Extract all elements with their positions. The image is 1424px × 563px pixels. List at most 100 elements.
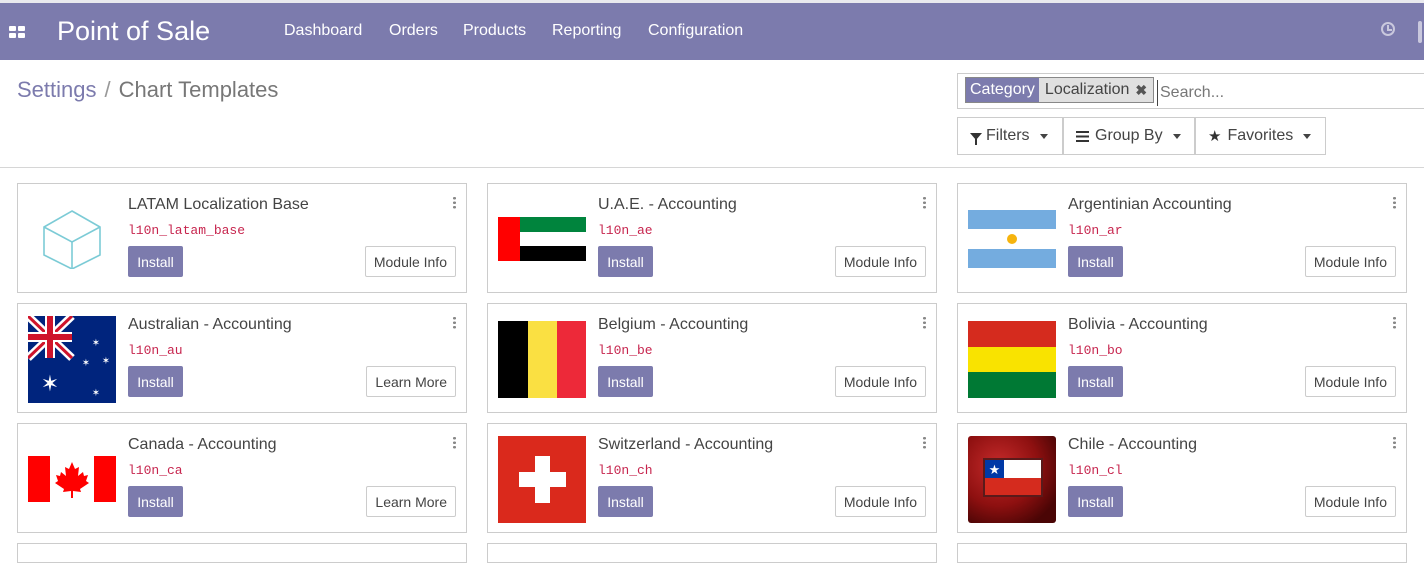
module-card[interactable]: Argentinian Accounting l10n_ar Install M… — [957, 183, 1407, 293]
module-card[interactable]: Canada - Accounting l10n_ca Install Lear… — [17, 423, 467, 533]
module-title: Chile - Accounting — [1068, 436, 1197, 453]
star-icon: ★ — [1208, 128, 1222, 145]
facet-value-wrap: Localization ✖ — [1038, 78, 1154, 102]
module-card[interactable]: ★ Chile - Accounting l10n_cl Install Mod… — [957, 423, 1407, 533]
belgium-flag-icon — [498, 321, 586, 398]
module-technical-name: l10n_latam_base — [128, 223, 246, 238]
search-box: Category Localization ✖ — [957, 73, 1424, 109]
favorites-label: Favorites — [1227, 127, 1294, 144]
card-menu-icon[interactable] — [1393, 316, 1396, 329]
module-card-partial[interactable] — [17, 543, 467, 563]
argentina-flag-icon — [968, 209, 1056, 269]
breadcrumb-settings-link[interactable]: Settings — [17, 77, 97, 102]
module-info-button[interactable]: Module Info — [1304, 366, 1396, 397]
module-info-button[interactable]: Module Info — [1304, 486, 1396, 517]
search-facet: Category Localization ✖ — [965, 77, 1155, 103]
bars-icon — [1076, 130, 1089, 142]
canada-flag-icon — [28, 456, 116, 502]
menu-orders[interactable]: Orders — [389, 22, 438, 40]
svg-text:✶: ✶ — [102, 356, 110, 367]
install-button[interactable]: Install — [128, 486, 183, 517]
svg-text:★: ★ — [989, 463, 1001, 478]
svg-text:✶: ✶ — [92, 338, 100, 349]
module-technical-name: l10n_bo — [1068, 343, 1123, 358]
module-title: LATAM Localization Base — [128, 196, 309, 213]
uae-flag-icon — [498, 209, 586, 269]
menu-reporting[interactable]: Reporting — [552, 22, 621, 40]
card-menu-icon[interactable] — [453, 316, 456, 329]
module-title: Belgium - Accounting — [598, 316, 749, 333]
module-card-partial[interactable] — [957, 543, 1407, 563]
module-title: Australian - Accounting — [128, 316, 292, 333]
install-button[interactable]: Install — [1068, 366, 1123, 397]
install-button[interactable]: Install — [1068, 246, 1123, 277]
facet-remove-icon[interactable]: ✖ — [1135, 80, 1147, 100]
module-title: Canada - Accounting — [128, 436, 277, 453]
module-title: Bolivia - Accounting — [1068, 316, 1208, 333]
caret-down-icon — [1303, 133, 1312, 139]
filters-button[interactable]: Filters — [957, 117, 1063, 155]
module-technical-name: l10n_ar — [1068, 223, 1123, 238]
bolivia-flag-icon — [968, 321, 1056, 398]
install-button[interactable]: Install — [1068, 486, 1123, 517]
card-menu-icon[interactable] — [923, 316, 926, 329]
svg-text:✶: ✶ — [41, 372, 59, 397]
card-menu-icon[interactable] — [923, 196, 926, 209]
facet-value: Localization — [1044, 81, 1130, 98]
svg-text:✶: ✶ — [92, 388, 100, 399]
module-card[interactable]: LATAM Localization Base l10n_latam_base … — [17, 183, 467, 293]
learn-more-button[interactable]: Learn More — [366, 366, 456, 397]
module-info-button[interactable]: Module Info — [364, 246, 456, 277]
learn-more-button[interactable]: Learn More — [366, 486, 456, 517]
group-by-label: Group By — [1095, 127, 1163, 144]
card-menu-icon[interactable] — [453, 196, 456, 209]
install-button[interactable]: Install — [128, 366, 183, 397]
module-technical-name: l10n_ch — [598, 463, 653, 478]
breadcrumb: Settings / Chart Templates — [17, 77, 278, 103]
install-button[interactable]: Install — [598, 366, 653, 397]
module-title: Switzerland - Accounting — [598, 436, 774, 453]
module-card[interactable]: Belgium - Accounting l10n_be Install Mod… — [487, 303, 937, 413]
activity-clock-icon[interactable] — [1381, 22, 1395, 36]
search-input[interactable] — [1157, 80, 1402, 106]
module-info-button[interactable]: Module Info — [834, 246, 926, 277]
module-technical-name: l10n_cl — [1068, 463, 1123, 478]
app-title: Point of Sale — [57, 16, 211, 46]
menu-dashboard[interactable]: Dashboard — [284, 22, 362, 40]
module-card[interactable]: Switzerland - Accounting l10n_ch Install… — [487, 423, 937, 533]
install-button[interactable]: Install — [598, 486, 653, 517]
module-title: U.A.E. - Accounting — [598, 196, 737, 213]
card-menu-icon[interactable] — [1393, 196, 1396, 209]
module-technical-name: l10n_au — [128, 343, 183, 358]
user-menu-edge[interactable] — [1418, 21, 1422, 43]
control-panel: Settings / Chart Templates Category Locali… — [0, 60, 1424, 168]
filters-label: Filters — [986, 127, 1030, 144]
module-card-partial[interactable] — [487, 543, 937, 563]
switzerland-flag-icon — [498, 436, 586, 523]
menu-products[interactable]: Products — [463, 22, 526, 40]
chile-flag-icon: ★ — [968, 436, 1056, 523]
module-info-button[interactable]: Module Info — [834, 366, 926, 397]
favorites-button[interactable]: ★ Favorites — [1195, 117, 1326, 155]
filter-icon — [970, 132, 982, 145]
breadcrumb-separator: / — [104, 77, 111, 102]
caret-down-icon — [1039, 133, 1048, 139]
top-navbar: Point of Sale Dashboard Orders Products … — [0, 0, 1424, 60]
group-by-button[interactable]: Group By — [1063, 117, 1195, 155]
module-technical-name: l10n_ca — [128, 463, 183, 478]
card-menu-icon[interactable] — [1393, 436, 1396, 449]
module-card[interactable]: Bolivia - Accounting l10n_bo Install Mod… — [957, 303, 1407, 413]
module-title: Argentinian Accounting — [1068, 196, 1232, 213]
install-button[interactable]: Install — [598, 246, 653, 277]
facet-category: Category — [966, 78, 1039, 102]
module-info-button[interactable]: Module Info — [1304, 246, 1396, 277]
module-technical-name: l10n_be — [598, 343, 653, 358]
card-menu-icon[interactable] — [453, 436, 456, 449]
menu-configuration[interactable]: Configuration — [648, 22, 743, 40]
module-card[interactable]: ✶ ✶ ✶ ✶ ✶ Australian - Accounting l10n_a… — [17, 303, 467, 413]
install-button[interactable]: Install — [128, 246, 183, 277]
card-menu-icon[interactable] — [923, 436, 926, 449]
module-info-button[interactable]: Module Info — [834, 486, 926, 517]
apps-menu-icon[interactable] — [9, 26, 25, 38]
module-card[interactable]: U.A.E. - Accounting l10n_ae Install Modu… — [487, 183, 937, 293]
